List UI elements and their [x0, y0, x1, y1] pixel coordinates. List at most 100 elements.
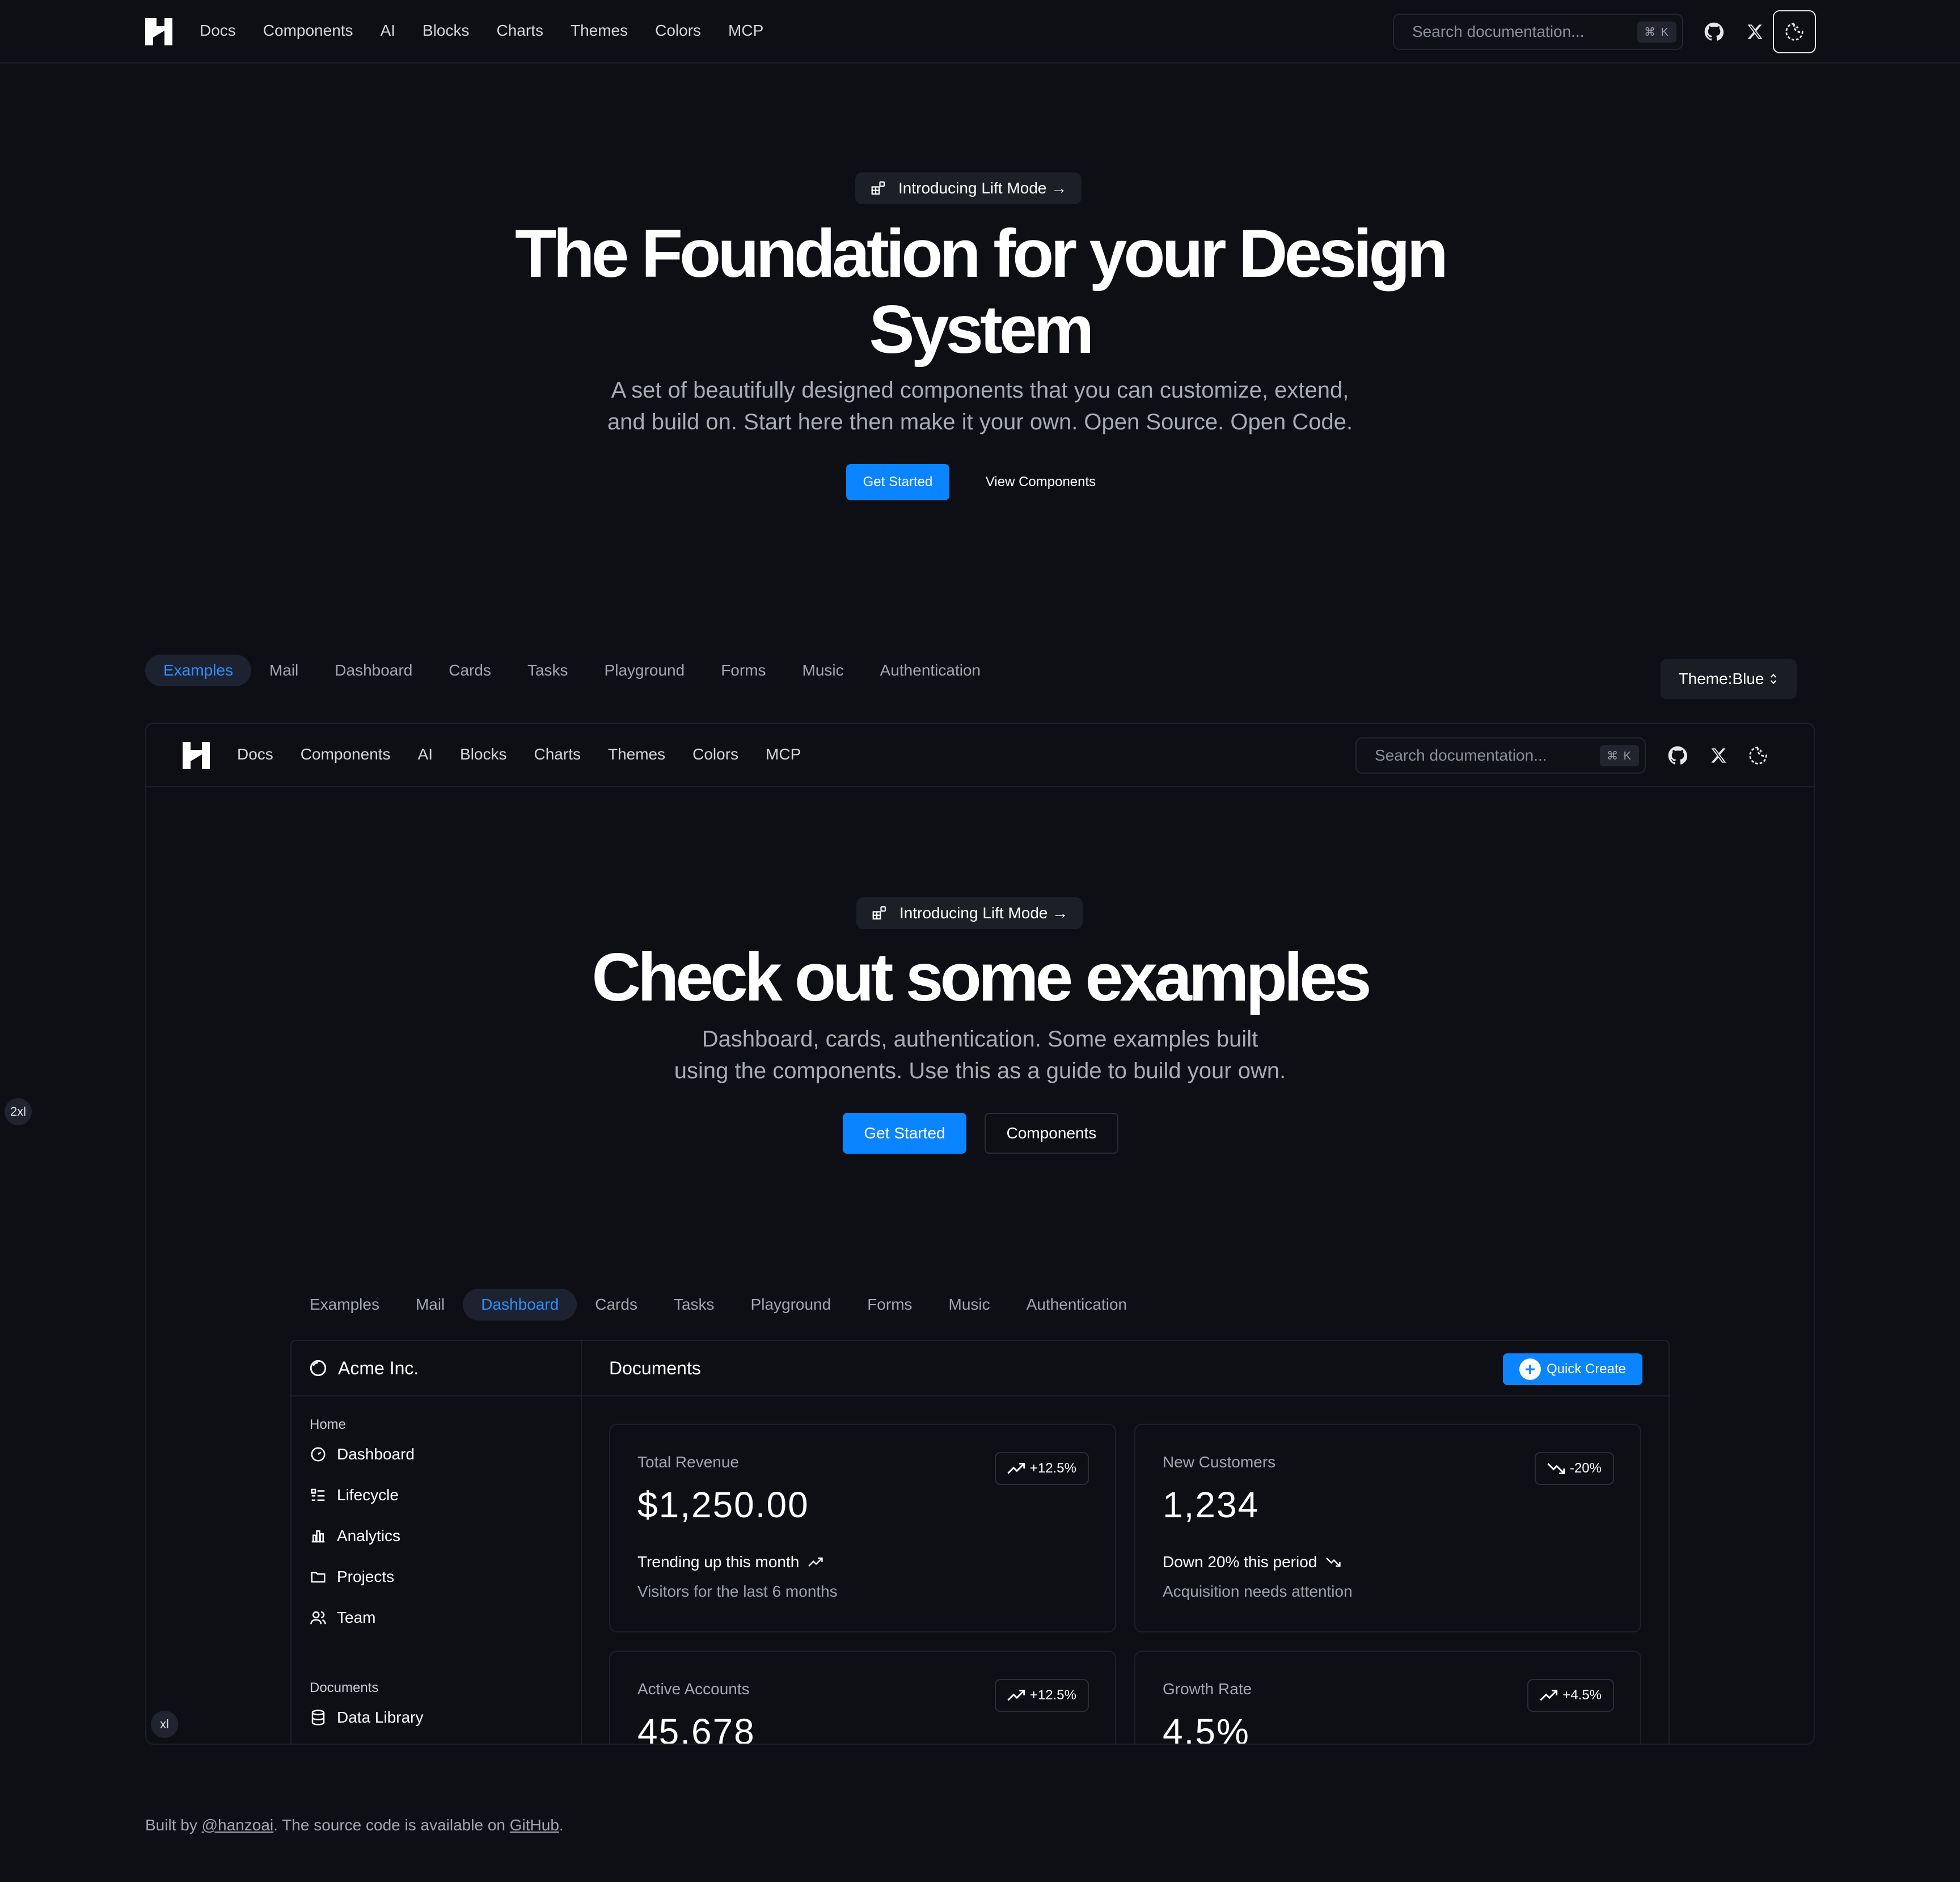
preview-nav-link-charts[interactable]: Charts — [534, 745, 581, 763]
tab-dashboard[interactable]: Dashboard — [316, 655, 430, 686]
trending-down-icon — [1547, 1463, 1565, 1474]
theme-select-label: Theme:Blue — [1678, 670, 1764, 687]
nav-link-themes[interactable]: Themes — [571, 22, 628, 40]
tab-forms[interactable]: Forms — [703, 655, 784, 686]
metric-footer: Visitors for the last 6 months — [637, 1583, 838, 1600]
tab-playground[interactable]: Playground — [586, 655, 703, 686]
trending-up-icon — [1540, 1690, 1558, 1701]
metric-badge: -20% — [1534, 1452, 1614, 1485]
x-twitter-icon[interactable] — [1741, 18, 1768, 45]
preview-tab-tasks[interactable]: Tasks — [656, 1289, 733, 1320]
hero-subtitle-line1: A set of beautifully designed components… — [611, 378, 1349, 403]
preview-x-twitter-icon[interactable] — [1705, 742, 1732, 769]
metric-badge-value: +12.5% — [1029, 1461, 1076, 1476]
get-started-button[interactable]: Get Started — [846, 464, 949, 500]
metric-badge-value: -20% — [1569, 1461, 1602, 1476]
sidebar-item-data-library[interactable]: Data Library — [310, 1708, 424, 1727]
chevron-updown-icon — [1771, 674, 1777, 684]
preview-nav-link-colors[interactable]: Colors — [692, 745, 738, 763]
preview-components-button[interactable]: Components — [985, 1113, 1118, 1154]
preview-nav-link-themes[interactable]: Themes — [608, 745, 665, 763]
preview-tab-mail[interactable]: Mail — [398, 1289, 463, 1320]
metric-badge-value: +4.5% — [1562, 1687, 1602, 1703]
preview-nav-link-blocks[interactable]: Blocks — [460, 745, 506, 763]
preview-tab-examples[interactable]: Examples — [292, 1289, 398, 1320]
theme-toggle-icon[interactable] — [1773, 10, 1816, 53]
quick-create-button[interactable]: + Quick Create — [1503, 1353, 1642, 1385]
dashboard-sidebar: Acme Inc. Home Dashboard Lifecycle Analy… — [292, 1341, 582, 1744]
trending-up-icon — [808, 1557, 823, 1567]
preview-nav: Docs Components AI Blocks Charts Themes … — [146, 724, 1814, 787]
preview-nav-link-ai[interactable]: AI — [418, 745, 433, 763]
nav-link-ai[interactable]: AI — [381, 22, 395, 40]
metric-label: Active Accounts — [637, 1680, 750, 1698]
nav-link-blocks[interactable]: Blocks — [423, 22, 469, 40]
sidebar-item-lifecycle[interactable]: Lifecycle — [310, 1486, 399, 1504]
footer-author-link[interactable]: @hanzoai — [202, 1816, 274, 1834]
preview-hero-title: Check out some examples — [592, 939, 1371, 1015]
view-components-button[interactable]: View Components — [970, 464, 1112, 500]
nav-link-mcp[interactable]: MCP — [728, 22, 763, 40]
sidebar-item-label: Analytics — [337, 1527, 401, 1545]
sidebar-item-label: Lifecycle — [337, 1486, 399, 1504]
github-icon[interactable] — [1700, 18, 1727, 45]
tab-mail[interactable]: Mail — [251, 655, 316, 686]
preview-nav-link-components[interactable]: Components — [301, 745, 391, 763]
company-name: Acme Inc. — [338, 1357, 419, 1378]
preview-search-input[interactable]: Search documentation... ⌘ K — [1355, 737, 1646, 774]
breakpoint-indicator-outer: 2xl — [5, 1098, 32, 1125]
sidebar-section-home: Home — [310, 1417, 347, 1432]
tab-authentication[interactable]: Authentication — [862, 655, 999, 686]
tab-examples[interactable]: Examples — [145, 655, 251, 686]
nav-link-docs[interactable]: Docs — [200, 22, 236, 40]
metric-trend: Trending up this month — [637, 1553, 824, 1571]
preview-get-started-button[interactable]: Get Started — [843, 1113, 966, 1154]
announcement-pill[interactable]: Introducing Lift Mode → — [855, 172, 1082, 204]
preview-logo-icon[interactable] — [183, 742, 210, 769]
preview-announcement-pill[interactable]: Introducing Lift Mode → — [856, 897, 1083, 929]
preview-nav-link-docs[interactable]: Docs — [237, 745, 273, 763]
company-circle-icon — [310, 1360, 327, 1377]
preview-github-icon[interactable] — [1664, 742, 1691, 769]
metric-badge: +4.5% — [1527, 1679, 1614, 1712]
theme-select[interactable]: Theme:Blue — [1661, 659, 1797, 699]
examples-tabs: Examples Mail Dashboard Cards Tasks Play… — [145, 655, 999, 686]
sidebar-item-team[interactable]: Team — [310, 1609, 375, 1627]
preview-tab-forms[interactable]: Forms — [849, 1289, 930, 1320]
sidebar-item-label: Data Library — [337, 1708, 424, 1726]
company-switcher[interactable]: Acme Inc. — [292, 1341, 582, 1396]
metric-label: Growth Rate — [1163, 1680, 1252, 1698]
metric-trend-text: Down 20% this period — [1163, 1553, 1317, 1571]
metric-card-growth-rate: Growth Rate 4.5% +4.5% — [1134, 1651, 1641, 1744]
preview-tab-dashboard[interactable]: Dashboard — [463, 1289, 577, 1320]
preview-hero-subtitle-line1: Dashboard, cards, authentication. Some e… — [702, 1027, 1258, 1052]
blocks-icon — [871, 181, 885, 195]
preview-nav-links: Docs Components AI Blocks Charts Themes … — [237, 745, 828, 763]
sidebar-item-dashboard[interactable]: Dashboard — [310, 1445, 415, 1463]
preview-tab-music[interactable]: Music — [931, 1289, 1008, 1320]
trending-down-icon — [1326, 1558, 1341, 1567]
preview-tab-cards[interactable]: Cards — [577, 1289, 656, 1320]
nav-link-components[interactable]: Components — [263, 22, 353, 40]
preview-announcement-text: Introducing Lift Mode → — [899, 904, 1068, 922]
trending-up-icon — [1007, 1463, 1025, 1474]
list-icon — [311, 1488, 325, 1501]
preview-tab-playground[interactable]: Playground — [733, 1289, 850, 1320]
search-input[interactable]: Search documentation... ⌘ K — [1393, 14, 1683, 50]
sidebar-item-analytics[interactable]: Analytics — [310, 1527, 400, 1545]
nav-link-charts[interactable]: Charts — [497, 22, 543, 40]
preview-tab-authentication[interactable]: Authentication — [1008, 1289, 1145, 1320]
metric-label: Total Revenue — [637, 1453, 740, 1471]
sidebar-item-projects[interactable]: Projects — [310, 1568, 394, 1586]
tab-music[interactable]: Music — [784, 655, 862, 686]
sidebar-item-label: Team — [337, 1609, 376, 1626]
metric-value: 45,678 — [637, 1711, 755, 1745]
nav-link-colors[interactable]: Colors — [655, 22, 701, 40]
tab-cards[interactable]: Cards — [430, 655, 509, 686]
tab-tasks[interactable]: Tasks — [509, 655, 586, 686]
preview-theme-toggle-icon[interactable] — [1744, 742, 1772, 769]
logo-icon[interactable] — [145, 18, 172, 45]
preview-nav-link-mcp[interactable]: MCP — [766, 745, 801, 763]
metric-trend: Down 20% this period — [1163, 1553, 1342, 1571]
footer-github-link[interactable]: GitHub — [510, 1816, 559, 1834]
